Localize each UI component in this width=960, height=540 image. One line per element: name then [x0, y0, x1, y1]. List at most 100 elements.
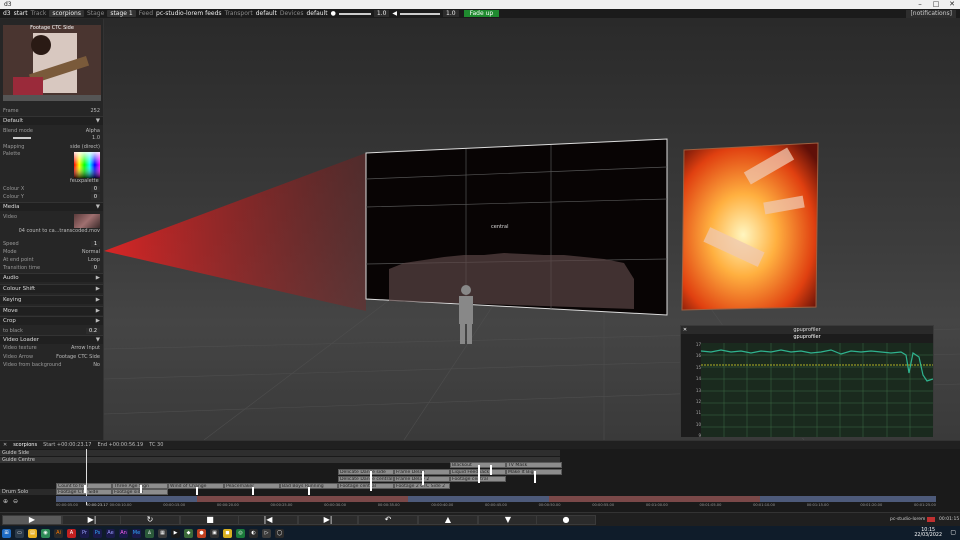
cue-marker[interactable] [478, 465, 480, 483]
devices-selector[interactable]: default [307, 10, 328, 17]
timeline-clip[interactable]: Footage central [338, 483, 394, 489]
app-icon-dark[interactable]: ◐ [249, 528, 258, 538]
return-to-start-button[interactable]: ↶ [358, 515, 418, 525]
speed-value[interactable]: 1 [90, 240, 100, 247]
layer-brightness-slider[interactable] [13, 136, 31, 139]
app-icon-circle[interactable]: ◯ [275, 528, 284, 538]
gpu-profiler-close-icon[interactable]: ✕ [681, 326, 689, 334]
illustrator-icon[interactable]: Ai [54, 528, 63, 538]
colour-y-value[interactable]: 0 [90, 193, 100, 200]
play-button[interactable]: ▶ [2, 515, 62, 525]
mapping-value[interactable]: side (direct) [70, 144, 100, 150]
frame-value[interactable]: 252 [90, 108, 100, 114]
cue-marker[interactable] [490, 465, 492, 475]
fade-up-transport-button[interactable]: ▲ [418, 515, 478, 525]
brightness-value[interactable]: 1.0 [373, 10, 390, 17]
file-explorer-icon[interactable]: ▤ [28, 528, 37, 538]
app-icon-green[interactable]: ◆ [184, 528, 193, 538]
layer-brightness-value[interactable]: 1.0 [92, 135, 100, 141]
keying-section[interactable]: Keying ▶ [0, 295, 103, 304]
cue-marker[interactable] [308, 487, 310, 495]
app-icon-terminal[interactable]: ▣ [210, 528, 219, 538]
brightness-slider[interactable] [338, 12, 371, 15]
loop-section-button[interactable]: ↻ [120, 515, 180, 525]
side-screen[interactable] [681, 142, 819, 311]
gpu-profiler-window[interactable]: ✕ gpuprofiler gpuprofiler 17 16 15 14 13… [680, 325, 934, 438]
app-icon-spotify[interactable]: ◎ [236, 528, 245, 538]
timeline-lane[interactable]: Drum Solo [0, 489, 56, 495]
crop-section[interactable]: Crop ▶ [0, 316, 103, 325]
audio-section[interactable]: Audio ▶ [0, 273, 103, 282]
colour-x-value[interactable]: 0 [90, 185, 100, 192]
taskbar-clock[interactable]: 10:15 22/03/2022 [914, 526, 942, 540]
app-menu[interactable]: d3 [3, 10, 11, 17]
photoshop-icon[interactable]: Ps [93, 528, 102, 538]
close-icon[interactable]: ✕ [944, 0, 960, 9]
cue-marker[interactable] [196, 487, 198, 495]
acrobat-icon[interactable]: A [67, 528, 76, 538]
app-icon-yellow[interactable]: ◼ [223, 528, 232, 538]
fade-up-button[interactable]: Fade up [463, 10, 500, 17]
after-effects-icon[interactable]: Ae [106, 528, 115, 538]
transport-selector[interactable]: default [256, 10, 277, 17]
video-arrow-value[interactable]: Footage CTC Side [56, 354, 100, 360]
palette-swatch[interactable] [74, 151, 100, 179]
cue-marker[interactable] [422, 471, 424, 485]
app-icon-film[interactable]: ▶ [171, 528, 180, 538]
blend-mode-value[interactable]: Alpha [86, 128, 100, 134]
timeline-close-icon[interactable]: ✕ [3, 442, 7, 448]
feed-selector[interactable]: pc-studio-lorem feeds [156, 10, 222, 17]
minimize-icon[interactable]: – [912, 0, 928, 9]
premiere-icon[interactable]: Pr [80, 528, 89, 538]
mode-value[interactable]: Normal [82, 249, 100, 255]
timeline-zoom-icon[interactable]: ⊕ [3, 498, 8, 505]
timeline-clip[interactable]: TV Mask [506, 462, 562, 468]
track-selector[interactable]: scorpions [49, 10, 84, 17]
at-end-value[interactable]: Loop [88, 257, 100, 263]
video-preview[interactable] [74, 213, 100, 228]
to-black-value[interactable]: 0.2 [86, 327, 100, 334]
timeline-clip[interactable]: Delicate Dance side [338, 469, 394, 475]
media-section[interactable]: Media ▼ [0, 202, 103, 211]
stop-button[interactable]: ■ [180, 515, 240, 525]
cue-marker[interactable] [252, 487, 254, 495]
cue-marker[interactable] [534, 471, 536, 483]
volume-slider[interactable] [400, 12, 441, 15]
maximize-icon[interactable]: □ [928, 0, 944, 9]
record-button[interactable]: ● [536, 515, 596, 525]
cue-marker[interactable] [370, 471, 372, 491]
windows-start-icon[interactable]: ⊞ [2, 528, 11, 538]
transition-value[interactable]: 0 [90, 264, 100, 271]
timeline-ruler[interactable] [56, 496, 936, 502]
timeline-lane[interactable]: Guide Side [0, 450, 560, 456]
app-icon-grid[interactable]: ▦ [158, 528, 167, 538]
video-texture-value[interactable]: Arrow Input [71, 345, 100, 351]
gpu-profiler-titlebar[interactable]: ✕ gpuprofiler [681, 326, 933, 334]
timeline-panel[interactable]: ✕ scorpions Start +00:00:23.17 End +00:0… [0, 440, 960, 512]
timeline-clip[interactable]: Delicate Dance central [338, 476, 394, 482]
cue-marker[interactable] [140, 485, 142, 493]
d3-app-icon[interactable]: ▷ [262, 528, 271, 538]
media-encoder-icon[interactable]: Me [132, 528, 141, 538]
notifications-button[interactable]: [notifications] [906, 10, 956, 18]
play-to-end-of-section-button[interactable]: ▶| [62, 515, 122, 525]
task-view-icon[interactable]: ▭ [15, 528, 24, 538]
chrome-icon[interactable]: ◉ [41, 528, 50, 538]
app-icon-ghost[interactable]: ♙ [145, 528, 154, 538]
timeline-zoom-out-icon[interactable]: ⊖ [13, 498, 18, 505]
colour-shift-section[interactable]: Colour Shift ▶ [0, 284, 103, 293]
previous-section-button[interactable]: |◀ [238, 515, 298, 525]
video-file-name[interactable]: 04 count to ca...transcoded.mov [19, 228, 100, 234]
move-section[interactable]: Move ▶ [0, 306, 103, 315]
default-section[interactable]: Default ▼ [0, 116, 103, 125]
start-button[interactable]: start [14, 10, 28, 17]
animate-icon[interactable]: An [119, 528, 128, 538]
video-background-value[interactable]: No [93, 362, 100, 368]
notification-center-icon[interactable]: ▢ [950, 529, 956, 536]
stage-selector[interactable]: stage 1 [107, 10, 136, 17]
video-loader-section[interactable]: Video Loader ▼ [0, 335, 103, 344]
app-icon-orange[interactable]: ● [197, 528, 206, 538]
next-section-button[interactable]: ▶| [298, 515, 358, 525]
fade-down-transport-button[interactable]: ▼ [478, 515, 538, 525]
volume-value[interactable]: 1.0 [443, 10, 459, 17]
